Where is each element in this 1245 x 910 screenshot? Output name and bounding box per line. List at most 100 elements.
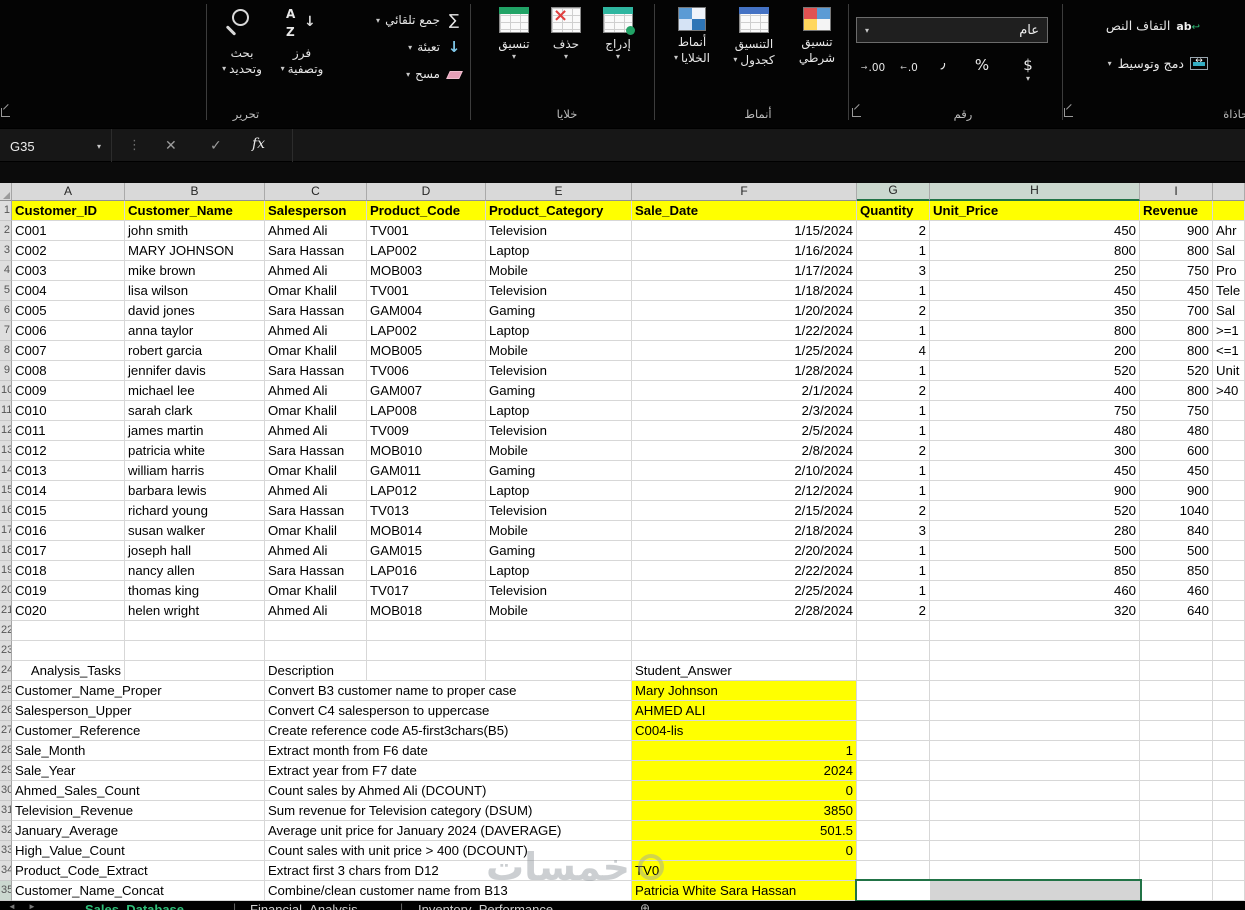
cell-H1[interactable]: Unit_Price bbox=[930, 201, 1140, 221]
cell-C31[interactable]: Sum revenue for Television category (DSU… bbox=[265, 801, 632, 821]
cell-F12[interactable]: 2/5/2024 bbox=[632, 421, 857, 441]
cell-H28[interactable] bbox=[930, 741, 1140, 761]
cell-styles-button[interactable]: أنماط الخلايا ▾ bbox=[663, 7, 721, 66]
cell-F31[interactable]: 3850 bbox=[632, 801, 857, 821]
cell-J31[interactable] bbox=[1213, 801, 1245, 821]
cell-F9[interactable]: 1/28/2024 bbox=[632, 361, 857, 381]
cell-C18[interactable]: Ahmed Ali bbox=[265, 541, 367, 561]
cell-H19[interactable]: 850 bbox=[930, 561, 1140, 581]
cell-E16[interactable]: Television bbox=[486, 501, 632, 521]
cell-F15[interactable]: 2/12/2024 bbox=[632, 481, 857, 501]
cell-A28[interactable]: Sale_Month bbox=[12, 741, 265, 761]
cell-G34[interactable] bbox=[857, 861, 930, 881]
cell-F3[interactable]: 1/16/2024 bbox=[632, 241, 857, 261]
cell-B19[interactable]: nancy allen bbox=[125, 561, 265, 581]
row-header-5[interactable]: 5 bbox=[0, 281, 12, 301]
cell-J13[interactable] bbox=[1213, 441, 1245, 461]
cell-C30[interactable]: Count sales by Ahmed Ali (DCOUNT) bbox=[265, 781, 632, 801]
cell-A34[interactable]: Product_Code_Extract bbox=[12, 861, 265, 881]
cell-H4[interactable]: 250 bbox=[930, 261, 1140, 281]
cell-G3[interactable]: 1 bbox=[857, 241, 930, 261]
row-header-14[interactable]: 14 bbox=[0, 461, 12, 481]
cell-J10[interactable]: >40 bbox=[1213, 381, 1245, 401]
row-header-19[interactable]: 19 bbox=[0, 561, 12, 581]
cell-B9[interactable]: jennifer davis bbox=[125, 361, 265, 381]
column-header-J[interactable] bbox=[1213, 183, 1245, 201]
cell-H22[interactable] bbox=[930, 621, 1140, 641]
cell-J26[interactable] bbox=[1213, 701, 1245, 721]
cell-B17[interactable]: susan walker bbox=[125, 521, 265, 541]
cell-H26[interactable] bbox=[930, 701, 1140, 721]
cell-E19[interactable]: Laptop bbox=[486, 561, 632, 581]
cell-C24[interactable]: Description bbox=[265, 661, 367, 681]
cell-A25[interactable]: Customer_Name_Proper bbox=[12, 681, 265, 701]
cell-F22[interactable] bbox=[632, 621, 857, 641]
cell-I17[interactable]: 840 bbox=[1140, 521, 1213, 541]
cell-B23[interactable] bbox=[125, 641, 265, 661]
cell-B8[interactable]: robert garcia bbox=[125, 341, 265, 361]
cell-A18[interactable]: C017 bbox=[12, 541, 125, 561]
row-header-1[interactable]: 1 bbox=[0, 201, 12, 221]
cell-H12[interactable]: 480 bbox=[930, 421, 1140, 441]
cell-I35[interactable] bbox=[1140, 881, 1213, 901]
cell-D8[interactable]: MOB005 bbox=[367, 341, 486, 361]
cell-C27[interactable]: Create reference code A5-first3chars(B5) bbox=[265, 721, 632, 741]
cell-H8[interactable]: 200 bbox=[930, 341, 1140, 361]
cell-B14[interactable]: william harris bbox=[125, 461, 265, 481]
cell-F18[interactable]: 2/20/2024 bbox=[632, 541, 857, 561]
find-select-button[interactable]: بحث وتحديد ▾ bbox=[213, 6, 271, 77]
row-header-2[interactable]: 2 bbox=[0, 221, 12, 241]
cell-H29[interactable] bbox=[930, 761, 1140, 781]
cell-D14[interactable]: GAM011 bbox=[367, 461, 486, 481]
cell-C22[interactable] bbox=[265, 621, 367, 641]
cell-E23[interactable] bbox=[486, 641, 632, 661]
cell-H34[interactable] bbox=[930, 861, 1140, 881]
cell-F26[interactable]: AHMED ALI bbox=[632, 701, 857, 721]
cell-E18[interactable]: Gaming bbox=[486, 541, 632, 561]
cell-A14[interactable]: C013 bbox=[12, 461, 125, 481]
cell-F8[interactable]: 1/25/2024 bbox=[632, 341, 857, 361]
cell-D18[interactable]: GAM015 bbox=[367, 541, 486, 561]
cell-C7[interactable]: Ahmed Ali bbox=[265, 321, 367, 341]
cell-H23[interactable] bbox=[930, 641, 1140, 661]
cell-G14[interactable]: 1 bbox=[857, 461, 930, 481]
cell-F1[interactable]: Sale_Date bbox=[632, 201, 857, 221]
cell-I15[interactable]: 900 bbox=[1140, 481, 1213, 501]
cell-C6[interactable]: Sara Hassan bbox=[265, 301, 367, 321]
cell-E21[interactable]: Mobile bbox=[486, 601, 632, 621]
column-header-C[interactable]: C bbox=[265, 183, 367, 201]
tab-financial-analysis[interactable]: Financial_Analysis bbox=[250, 902, 358, 910]
cell-F11[interactable]: 2/3/2024 bbox=[632, 401, 857, 421]
column-header-D[interactable]: D bbox=[367, 183, 486, 201]
comma-style-button[interactable]: ٫ bbox=[928, 55, 958, 72]
row-header-32[interactable]: 32 bbox=[0, 821, 12, 841]
cell-I10[interactable]: 800 bbox=[1140, 381, 1213, 401]
cell-H16[interactable]: 520 bbox=[930, 501, 1140, 521]
cell-D24[interactable] bbox=[367, 661, 486, 681]
cell-B18[interactable]: joseph hall bbox=[125, 541, 265, 561]
insert-button[interactable]: إدراج ▾ bbox=[593, 7, 643, 61]
cell-H10[interactable]: 400 bbox=[930, 381, 1140, 401]
cell-I16[interactable]: 1040 bbox=[1140, 501, 1213, 521]
row-header-16[interactable]: 16 bbox=[0, 501, 12, 521]
row-header-10[interactable]: 10 bbox=[0, 381, 12, 401]
cell-J30[interactable] bbox=[1213, 781, 1245, 801]
row-header-21[interactable]: 21 bbox=[0, 601, 12, 621]
cell-I27[interactable] bbox=[1140, 721, 1213, 741]
row-header-30[interactable]: 30 bbox=[0, 781, 12, 801]
cell-G15[interactable]: 1 bbox=[857, 481, 930, 501]
cell-C14[interactable]: Omar Khalil bbox=[265, 461, 367, 481]
cell-A31[interactable]: Television_Revenue bbox=[12, 801, 265, 821]
row-header-3[interactable]: 3 bbox=[0, 241, 12, 261]
cell-E7[interactable]: Laptop bbox=[486, 321, 632, 341]
cell-I11[interactable]: 750 bbox=[1140, 401, 1213, 421]
cell-H11[interactable]: 750 bbox=[930, 401, 1140, 421]
sort-filter-button[interactable]: A Z ↓ فرز وتصفية ▾ bbox=[273, 6, 331, 77]
cell-C9[interactable]: Sara Hassan bbox=[265, 361, 367, 381]
cell-E11[interactable]: Laptop bbox=[486, 401, 632, 421]
row-header-12[interactable]: 12 bbox=[0, 421, 12, 441]
cell-A10[interactable]: C009 bbox=[12, 381, 125, 401]
cell-F27[interactable]: C004-lis bbox=[632, 721, 857, 741]
cell-E22[interactable] bbox=[486, 621, 632, 641]
tab-scroll-left-icon[interactable]: ◄ bbox=[8, 902, 16, 910]
